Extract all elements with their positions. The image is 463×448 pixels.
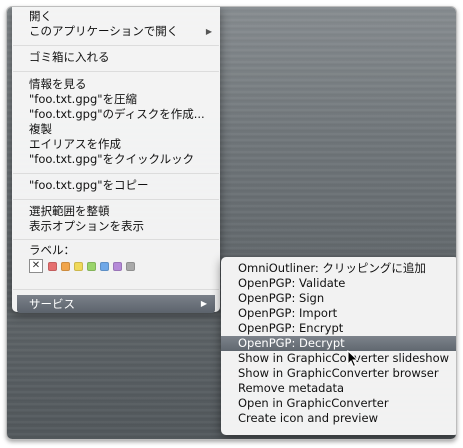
screenshot-frame: 開く このアプリケーションで開く ▶ ゴミ箱に入れる 情報を見る "foo.tx…	[6, 6, 457, 440]
service-item-label: OpenPGP: Import	[238, 306, 338, 320]
menu-item-quick-look[interactable]: "foo.txt.gpg"をクイックルック	[12, 152, 220, 167]
service-item[interactable]: OpenPGP: Validate	[221, 276, 456, 291]
label-section-title: ラベル：	[29, 243, 75, 257]
service-item-label: OpenPGP: Decrypt	[238, 336, 345, 350]
menu-separator	[13, 199, 219, 200]
services-submenu: OmniOutliner: クリッピングに追加 OpenPGP: Validat…	[221, 257, 456, 435]
service-item-label: Remove metadata	[238, 381, 345, 395]
menu-item-label: 開く	[29, 9, 52, 23]
label-purple-swatch[interactable]	[113, 262, 122, 271]
menu-item-label: 選択範囲を整頓	[29, 204, 110, 218]
service-item-label: OpenPGP: Validate	[238, 276, 346, 290]
service-item[interactable]: OpenPGP: Import	[221, 306, 456, 321]
service-item[interactable]: Create icon and preview	[221, 411, 456, 426]
menu-item-label: サービス	[29, 297, 75, 311]
service-item[interactable]: OmniOutliner: クリッピングに追加	[221, 261, 456, 276]
label-orange-swatch[interactable]	[61, 262, 70, 271]
service-item[interactable]: OpenPGP: Sign	[221, 291, 456, 306]
menu-item-copy[interactable]: "foo.txt.gpg"をコピー	[12, 178, 220, 193]
service-item[interactable]: Open in GraphicConverter	[221, 396, 456, 411]
menu-item-label: "foo.txt.gpg"を圧縮	[29, 92, 138, 106]
menu-item-label: 情報を見る	[29, 77, 87, 91]
menu-item-label: ゴミ箱に入れる	[29, 50, 110, 64]
label-none-icon[interactable]: ✕	[29, 259, 43, 273]
menu-separator	[13, 71, 219, 72]
label-blue-swatch[interactable]	[100, 262, 109, 271]
service-item-label: OpenPGP: Sign	[238, 291, 325, 305]
submenu-arrow-icon: ▶	[200, 299, 207, 308]
menu-item-clean-up-selection[interactable]: 選択範囲を整頓	[12, 204, 220, 219]
service-item[interactable]: Remove metadata	[221, 381, 456, 396]
context-menu: 開く このアプリケーションで開く ▶ ゴミ箱に入れる 情報を見る "foo.tx…	[12, 7, 220, 313]
service-item-label: Open in GraphicConverter	[238, 396, 389, 410]
label-red-swatch[interactable]	[48, 262, 57, 271]
menu-item-label: エイリアスを作成	[29, 137, 121, 151]
menu-item-open-with[interactable]: このアプリケーションで開く ▶	[12, 24, 220, 39]
menu-item-compress[interactable]: "foo.txt.gpg"を圧縮	[12, 92, 220, 107]
menu-item-duplicate[interactable]: 複製	[12, 122, 220, 137]
service-item[interactable]: Show in GraphicConverter browser	[221, 366, 456, 381]
service-item-label: Show in GraphicConverter slideshow	[238, 351, 450, 365]
menu-item-label: このアプリケーションで開く	[29, 24, 179, 38]
label-gray-swatch[interactable]	[126, 262, 135, 271]
service-item-label: Create icon and preview	[238, 411, 378, 425]
menu-item-move-to-trash[interactable]: ゴミ箱に入れる	[12, 50, 220, 65]
service-item-label: OmniOutliner: クリッピングに追加	[238, 261, 426, 275]
menu-item-get-info[interactable]: 情報を見る	[12, 77, 220, 92]
label-yellow-swatch[interactable]	[74, 262, 83, 271]
menu-separator	[13, 239, 219, 240]
menu-separator	[13, 45, 219, 46]
menu-item-label: "foo.txt.gpg"をクイックルック	[29, 152, 195, 166]
menu-item-label: "foo.txt.gpg"をコピー	[29, 178, 149, 192]
menu-item-make-alias[interactable]: エイリアスを作成	[12, 137, 220, 152]
menu-item-label: 複製	[29, 122, 52, 136]
submenu-arrow-icon: ▶	[205, 27, 212, 36]
menu-item-label: 表示オプションを表示	[29, 219, 144, 233]
menu-item-open[interactable]: 開く	[12, 9, 220, 24]
service-item-label: OpenPGP: Encrypt	[238, 321, 344, 335]
service-item-highlighted[interactable]: OpenPGP: Decrypt	[221, 336, 456, 351]
menu-item-show-view-options[interactable]: 表示オプションを表示	[12, 219, 220, 234]
menu-item-label: "foo.txt.gpg"のディスクを作成...	[29, 107, 205, 121]
label-green-swatch[interactable]	[87, 262, 96, 271]
arrow-pointer-icon	[347, 350, 359, 368]
menu-separator	[13, 173, 219, 174]
service-item[interactable]: Show in GraphicConverter slideshow	[221, 351, 456, 366]
menu-item-services[interactable]: サービス ▶	[17, 295, 215, 313]
menu-separator	[13, 289, 219, 290]
service-item-label: Show in GraphicConverter browser	[238, 366, 439, 380]
service-item[interactable]: OpenPGP: Encrypt	[221, 321, 456, 336]
menu-item-burn-disc[interactable]: "foo.txt.gpg"のディスクを作成...	[12, 107, 220, 122]
